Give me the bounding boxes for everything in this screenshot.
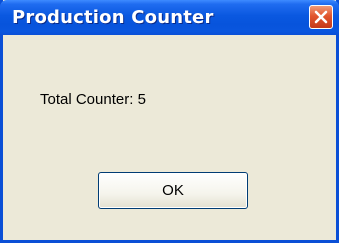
ok-button-label: OK xyxy=(162,182,184,199)
title-bar[interactable]: Production Counter xyxy=(0,0,339,35)
dialog-window: Production Counter Total Counter: 5 OK xyxy=(0,0,339,243)
total-counter-message: Total Counter: 5 xyxy=(40,91,146,108)
close-button[interactable] xyxy=(309,5,333,29)
close-icon xyxy=(314,10,328,24)
ok-button[interactable]: OK xyxy=(98,172,248,209)
total-counter-label: Total Counter: xyxy=(40,91,134,108)
window-title: Production Counter xyxy=(12,7,214,28)
total-counter-value: 5 xyxy=(137,91,146,108)
